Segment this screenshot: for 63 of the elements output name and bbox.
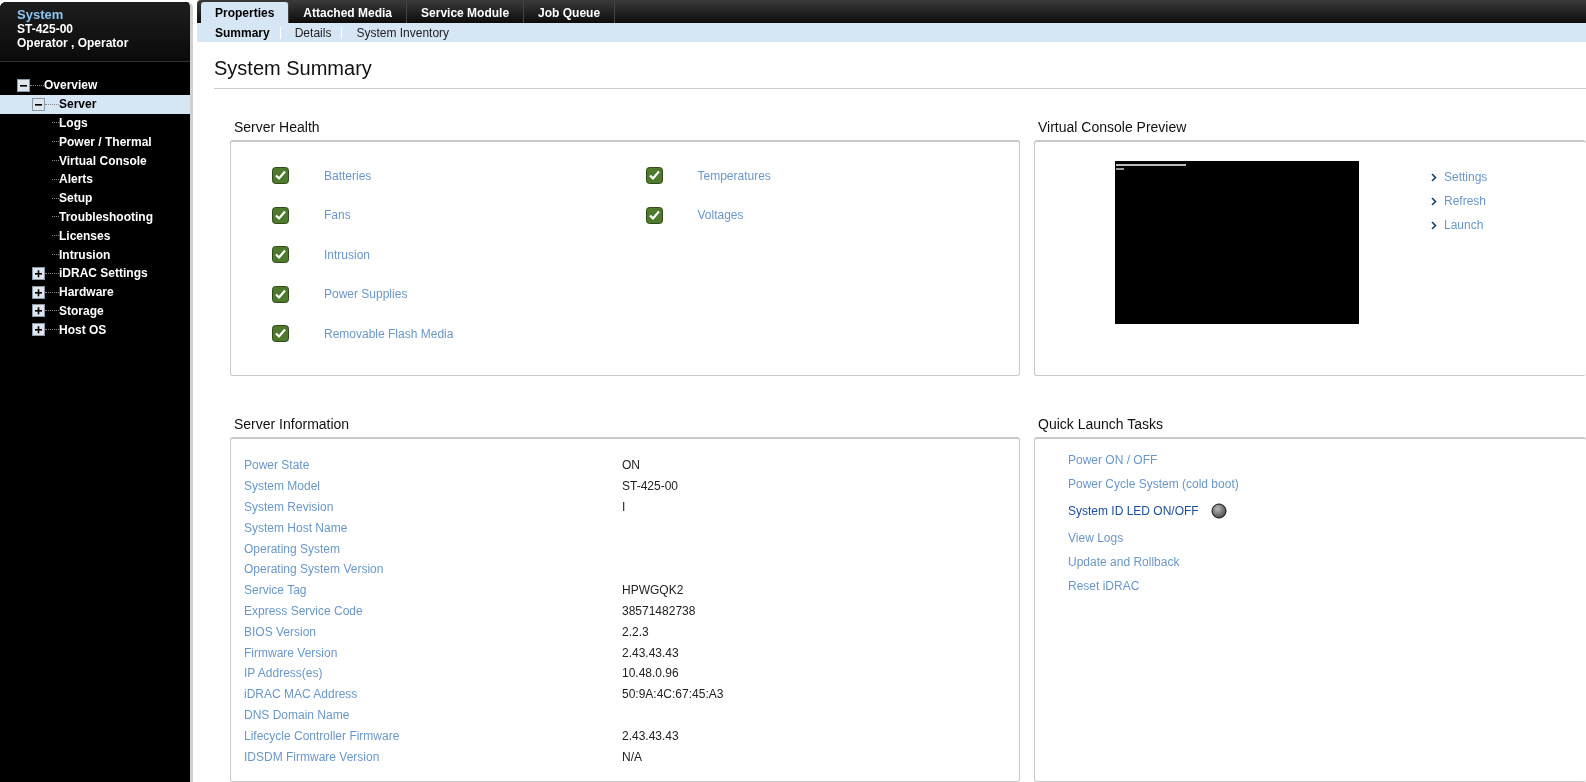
info-label: System Revision: [244, 500, 335, 514]
chevron-icon: [1431, 196, 1437, 206]
info-label: Operating System Version: [244, 562, 385, 577]
chevron-icon: [1431, 220, 1437, 230]
info-value: 38571482738: [622, 603, 696, 618]
subtab[interactable]: Details: [290, 25, 342, 40]
info-label: Express Service Code: [244, 603, 364, 618]
info-value: HPWGQK2: [622, 583, 684, 598]
tree-item[interactable]: Intrusion: [59, 247, 111, 262]
tree-item[interactable]: Licenses: [59, 228, 111, 243]
user-name: Operator , Operator: [17, 36, 130, 50]
tree-item[interactable]: Alerts: [59, 172, 93, 187]
info-label: Firmware Version: [244, 645, 339, 660]
info-label: System Model: [244, 479, 322, 494]
subtab[interactable]: Summary: [211, 25, 280, 40]
tree-item[interactable]: Overview: [44, 78, 98, 93]
collapse-toggle[interactable]: [32, 97, 45, 111]
info-label: IDSDM Firmware Version: [244, 749, 381, 764]
info-value: I: [622, 500, 626, 514]
tree-item[interactable]: Setup: [59, 191, 93, 206]
info-label: Lifecycle Controller Firmware: [244, 728, 401, 743]
info-label: Service Tag: [244, 583, 308, 598]
info-label: Operating System: [244, 541, 342, 556]
info-value: ST-425-00: [622, 479, 679, 494]
tree-item[interactable]: Storage: [59, 303, 104, 318]
info-label: DNS Domain Name: [244, 707, 351, 722]
collapse-toggle[interactable]: [32, 304, 45, 318]
collapse-toggle[interactable]: [17, 78, 30, 92]
tree-item[interactable]: Virtual Console: [59, 153, 147, 168]
collapse-toggle[interactable]: [32, 266, 45, 280]
tree-item[interactable]: Logs: [59, 116, 88, 130]
collapse-toggle[interactable]: [32, 323, 45, 337]
tree-item[interactable]: Power / Thermal: [59, 134, 152, 149]
info-value: 50:9A:4C:67:45:A3: [622, 687, 724, 702]
system-model: ST-425-00: [17, 22, 75, 36]
info-value: 2.2.3: [622, 624, 649, 639]
info-value: 10.48.0.96: [622, 666, 679, 681]
info-value: ON: [622, 458, 640, 473]
info-label: iDRAC MAC Address: [244, 687, 359, 702]
info-value: N/A: [622, 749, 642, 764]
info-label: Power State: [244, 458, 311, 473]
info-value: 2.43.43.43: [622, 645, 679, 660]
info-value: 2.43.43.43: [622, 728, 679, 743]
system-title: System: [17, 7, 65, 22]
info-label: System Host Name: [244, 520, 349, 535]
led-indicator[interactable]: [1210, 503, 1227, 519]
task-link[interactable]: System ID LED ON/OFF: [1068, 504, 1199, 518]
section-title: Server Health: [234, 119, 321, 135]
tab[interactable]: Properties: [201, 2, 290, 24]
subtab[interactable]: System Inventory: [352, 25, 460, 40]
tree-item[interactable]: iDRAC Settings: [59, 266, 148, 281]
section-title: Virtual Console Preview: [1038, 119, 1188, 135]
section-title: Server Information: [234, 416, 351, 432]
tree-item[interactable]: Troubleshooting: [59, 209, 153, 224]
section-title: Quick Launch Tasks: [1038, 416, 1165, 432]
tree-item[interactable]: Hardware: [59, 285, 114, 300]
info-label: IP Address(es): [244, 666, 324, 681]
info-label: BIOS Version: [244, 624, 318, 639]
tree-item[interactable]: Server: [59, 97, 97, 112]
chevron-icon: [1431, 172, 1437, 182]
tree-item[interactable]: Host OS: [59, 322, 107, 337]
collapse-toggle[interactable]: [32, 285, 45, 299]
page-title: System Summary: [214, 57, 1586, 89]
